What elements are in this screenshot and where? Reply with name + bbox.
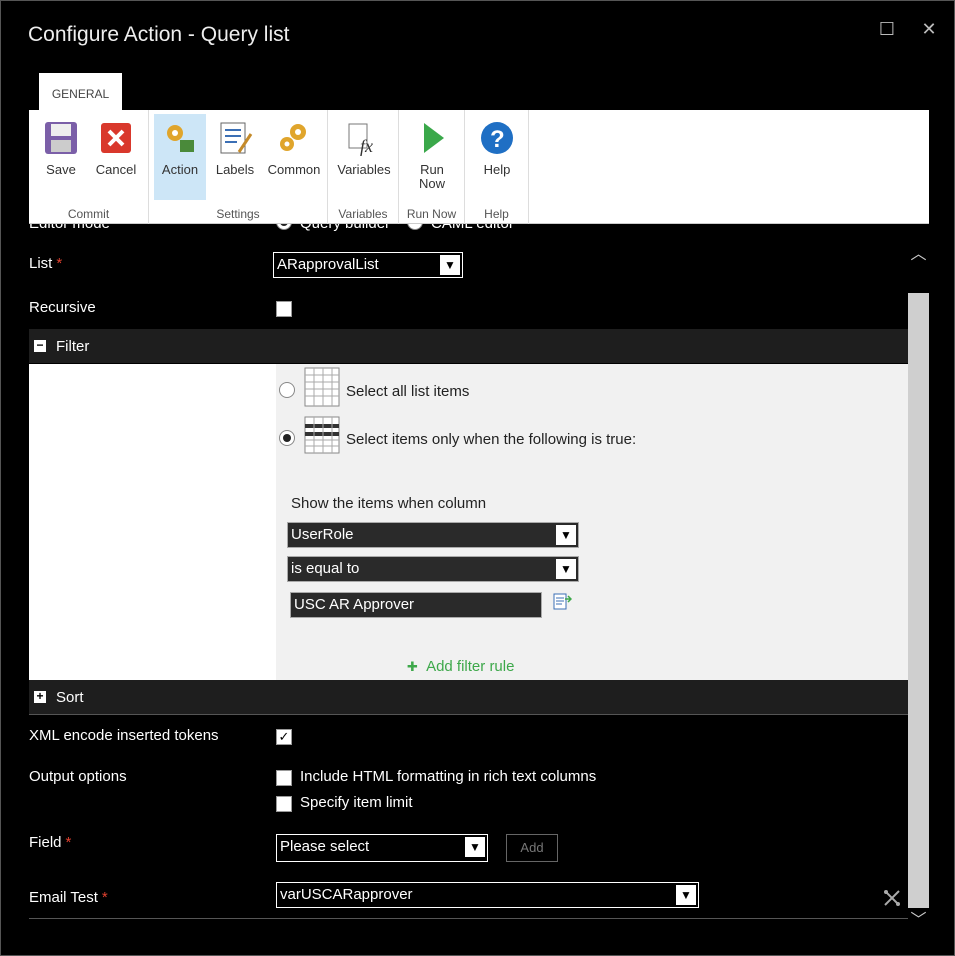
common-gears-icon — [280, 124, 306, 151]
recursive-label: Recursive — [29, 299, 96, 316]
expand-icon[interactable]: + — [34, 690, 46, 703]
add-plus-icon: ✚ — [407, 659, 418, 674]
select-all-label: Select all list items — [346, 383, 470, 400]
ribbon-group-settings: Action Labels Common Settings — [149, 110, 328, 224]
chevron-down-icon: ▼ — [676, 885, 696, 905]
form-body: Editor mode Query builder CAML editor Li… — [29, 224, 908, 941]
item-limit-checkbox[interactable] — [276, 796, 292, 812]
field-add-button[interactable]: Add — [506, 834, 558, 862]
ribbon-group-label-run-now: Run Now — [406, 207, 457, 221]
ribbon: Save Cancel Commit Action Labels Common … — [29, 110, 929, 224]
divider — [29, 714, 908, 715]
radio-select-conditional[interactable] — [279, 430, 295, 446]
recursive-checkbox[interactable] — [276, 301, 292, 317]
filter-section-header[interactable]: − Filter — [29, 329, 908, 363]
filter-value-input[interactable]: USC AR Approver — [290, 592, 542, 618]
email-test-select[interactable]: varUSCARapprover ▼ — [276, 882, 699, 908]
show-items-label: Show the items when column — [291, 495, 487, 512]
scrollbar-thumb[interactable] — [908, 293, 929, 908]
dialog-title: Configure Action - Query list — [28, 23, 290, 46]
configure-action-dialog: Configure Action - Query list ☐ ✕ GENERA… — [0, 0, 955, 956]
xml-encode-checkbox[interactable]: ✓ — [276, 729, 292, 745]
scroll-down-icon[interactable]: ﹀ — [908, 906, 929, 929]
ribbon-group-label-help: Help — [484, 207, 509, 221]
filtered-table-icon — [304, 416, 340, 454]
help-icon: ? — [481, 122, 513, 154]
sort-section-header[interactable]: + Sort — [29, 680, 908, 714]
filter-column-select[interactable]: UserRole ▼ — [287, 522, 579, 548]
delete-field-icon[interactable] — [882, 888, 902, 908]
help-button[interactable]: ? Help — [471, 114, 523, 200]
radio-query-builder[interactable] — [276, 224, 292, 230]
ribbon-group-label-settings: Settings — [216, 207, 260, 221]
filter-title: Filter — [56, 338, 90, 355]
cancel-icon — [101, 123, 131, 153]
variables-fx-icon: fx — [348, 123, 373, 156]
caml-editor-label: CAML editor — [431, 224, 514, 232]
field-select[interactable]: Please select ▼ — [276, 834, 488, 862]
field-label: Field * — [29, 834, 72, 851]
select-conditional-label: Select items only when the following is … — [346, 431, 637, 448]
ribbon-group-commit: Save Cancel Commit — [29, 110, 149, 224]
email-test-label: Email Test * — [29, 889, 108, 906]
maximize-icon[interactable]: ☐ — [877, 19, 897, 39]
radio-caml-editor[interactable] — [407, 224, 423, 230]
tab-general[interactable]: GENERAL — [39, 73, 122, 111]
sort-title: Sort — [56, 689, 84, 706]
ribbon-group-help: ? Help Help — [465, 110, 529, 224]
table-grid-icon — [304, 367, 340, 407]
save-button[interactable]: Save — [35, 114, 87, 200]
action-gears-icon — [167, 125, 194, 152]
ribbon-group-run-now: Run Now Run Now — [399, 110, 465, 224]
svg-text:?: ? — [490, 126, 505, 153]
filter-inner: Select all list items Select items only … — [276, 364, 908, 680]
filter-panel: Select all list items Select items only … — [29, 364, 908, 680]
action-button[interactable]: Action — [154, 114, 206, 200]
list-label: List * — [29, 255, 63, 272]
cancel-button[interactable]: Cancel — [90, 114, 142, 200]
radio-select-all[interactable] — [279, 382, 295, 398]
floppy-disk-icon — [45, 122, 77, 154]
scroll-up-icon[interactable]: ︿ — [908, 240, 929, 263]
play-icon — [424, 123, 444, 153]
xml-encode-label: XML encode inserted tokens — [29, 727, 219, 744]
include-html-checkbox[interactable] — [276, 770, 292, 786]
close-icon[interactable]: ✕ — [919, 19, 939, 39]
filter-operator-select[interactable]: is equal to ▼ — [287, 556, 579, 582]
chevron-down-icon: ▼ — [556, 525, 576, 545]
query-builder-label: Query builder — [300, 224, 390, 232]
scrollbar[interactable]: ︿ ﹀ — [908, 226, 929, 941]
editor-mode-label: Editor mode — [29, 224, 110, 232]
include-html-label: Include HTML formatting in rich text col… — [300, 768, 597, 785]
ribbon-group-label-variables: Variables — [338, 207, 388, 221]
chevron-down-icon: ▼ — [556, 559, 576, 579]
common-button[interactable]: Common — [264, 114, 324, 200]
chevron-down-icon: ▼ — [440, 255, 460, 275]
chevron-down-icon: ▼ — [465, 837, 485, 857]
svg-text:fx: fx — [360, 136, 373, 156]
labels-button[interactable]: Labels — [209, 114, 261, 200]
item-limit-label: Specify item limit — [300, 794, 413, 811]
add-filter-rule-link[interactable]: ✚ Add filter rule — [407, 658, 514, 675]
labels-icon — [220, 122, 253, 154]
output-options-label: Output options — [29, 768, 127, 785]
variables-button[interactable]: fx Variables — [336, 114, 392, 200]
run-now-button[interactable]: Run Now — [406, 114, 458, 200]
insert-reference-icon[interactable] — [552, 592, 572, 612]
collapse-icon[interactable]: − — [34, 339, 46, 352]
ribbon-group-label-commit: Commit — [67, 207, 110, 221]
list-select[interactable]: ARapprovalList ▼ — [273, 252, 463, 278]
divider — [29, 918, 908, 919]
ribbon-group-variables: fx Variables Variables — [328, 110, 399, 224]
